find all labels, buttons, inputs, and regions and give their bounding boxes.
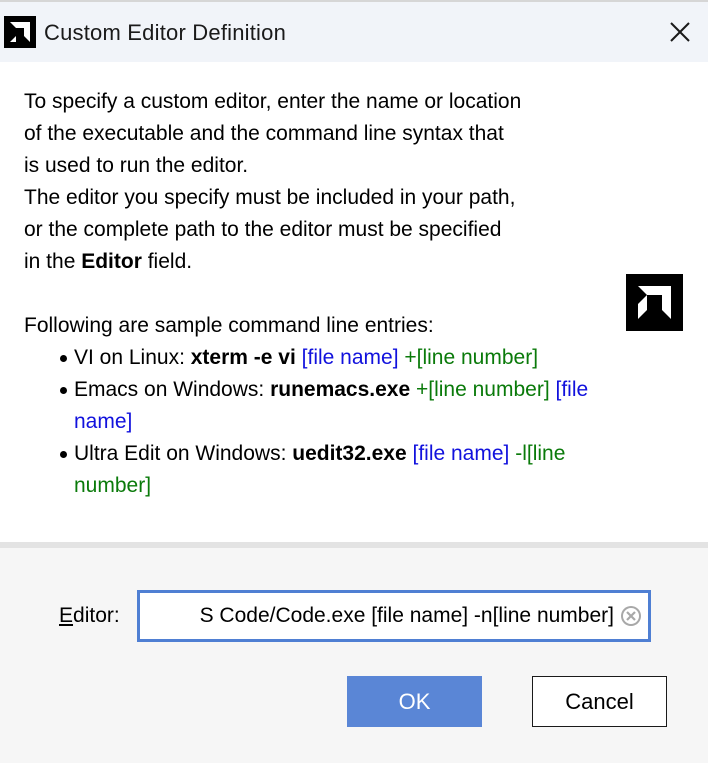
amd-logo-icon: [4, 16, 36, 48]
sample-item-ultraedit: Ultra Edit on Windows: uedit32.exe [file…: [60, 438, 614, 502]
instructions-panel: To specify a custom editor, enter the na…: [0, 62, 708, 542]
editor-label-text: ditor:: [73, 604, 120, 627]
editor-field-reference: Editor: [81, 250, 142, 273]
description-line: of the executable and the command line s…: [24, 122, 504, 145]
amd-logo-icon: [626, 274, 683, 331]
description-text: in the: [24, 250, 82, 273]
sample-item-vi: VI on Linux: xterm -e vi [file name] +[l…: [60, 342, 614, 374]
description-line: is used to run the editor.: [24, 154, 249, 177]
samples-intro: Following are sample command line entrie…: [24, 314, 434, 337]
description-line: The editor you specify must be included …: [24, 186, 516, 209]
sample-item-emacs: Emacs on Windows: runemacs.exe +[line nu…: [60, 374, 614, 438]
description-line: To specify a custom editor, enter the na…: [24, 90, 522, 113]
editor-label-mnemonic: E: [59, 604, 74, 627]
close-icon: [670, 22, 690, 42]
sample-command: uedit32.exe: [292, 442, 407, 465]
close-button[interactable]: [660, 12, 700, 52]
editor-input[interactable]: S Code/Code.exe [file name] -n[line numb…: [200, 593, 614, 639]
title-bar: Custom Editor Definition: [0, 0, 708, 62]
sample-file-name: [file name]: [295, 346, 399, 369]
window-title: Custom Editor Definition: [44, 20, 287, 45]
description-text: field.: [141, 250, 193, 273]
sample-list: VI on Linux: xterm -e vi [file name] +[l…: [24, 342, 614, 502]
sample-prefix: Ultra Edit on Windows:: [74, 442, 293, 465]
ok-button[interactable]: OK: [347, 676, 482, 727]
sample-line-number: +[line number]: [398, 346, 539, 369]
description-line: in the Editor field.: [24, 246, 614, 278]
editor-label: Editor:: [59, 604, 120, 628]
sample-command: runemacs.exe: [270, 378, 411, 401]
editor-field[interactable]: S Code/Code.exe [file name] -n[line numb…: [137, 590, 651, 642]
cancel-button[interactable]: Cancel: [532, 676, 667, 727]
sample-file-name: [file name]: [406, 442, 510, 465]
description-line: or the complete path to the editor must …: [24, 218, 502, 241]
sample-line-number: +[line number]: [410, 378, 550, 401]
clear-circle-icon[interactable]: [620, 605, 642, 627]
sample-prefix: Emacs on Windows:: [74, 378, 271, 401]
custom-editor-dialog: Custom Editor Definition To specify a cu…: [0, 0, 708, 763]
sample-prefix: VI on Linux:: [74, 346, 191, 369]
editor-panel: Editor: S Code/Code.exe [file name] -n[l…: [0, 548, 708, 763]
sample-command: xterm -e vi: [190, 346, 296, 369]
instructions-text: To specify a custom editor, enter the na…: [24, 86, 614, 502]
